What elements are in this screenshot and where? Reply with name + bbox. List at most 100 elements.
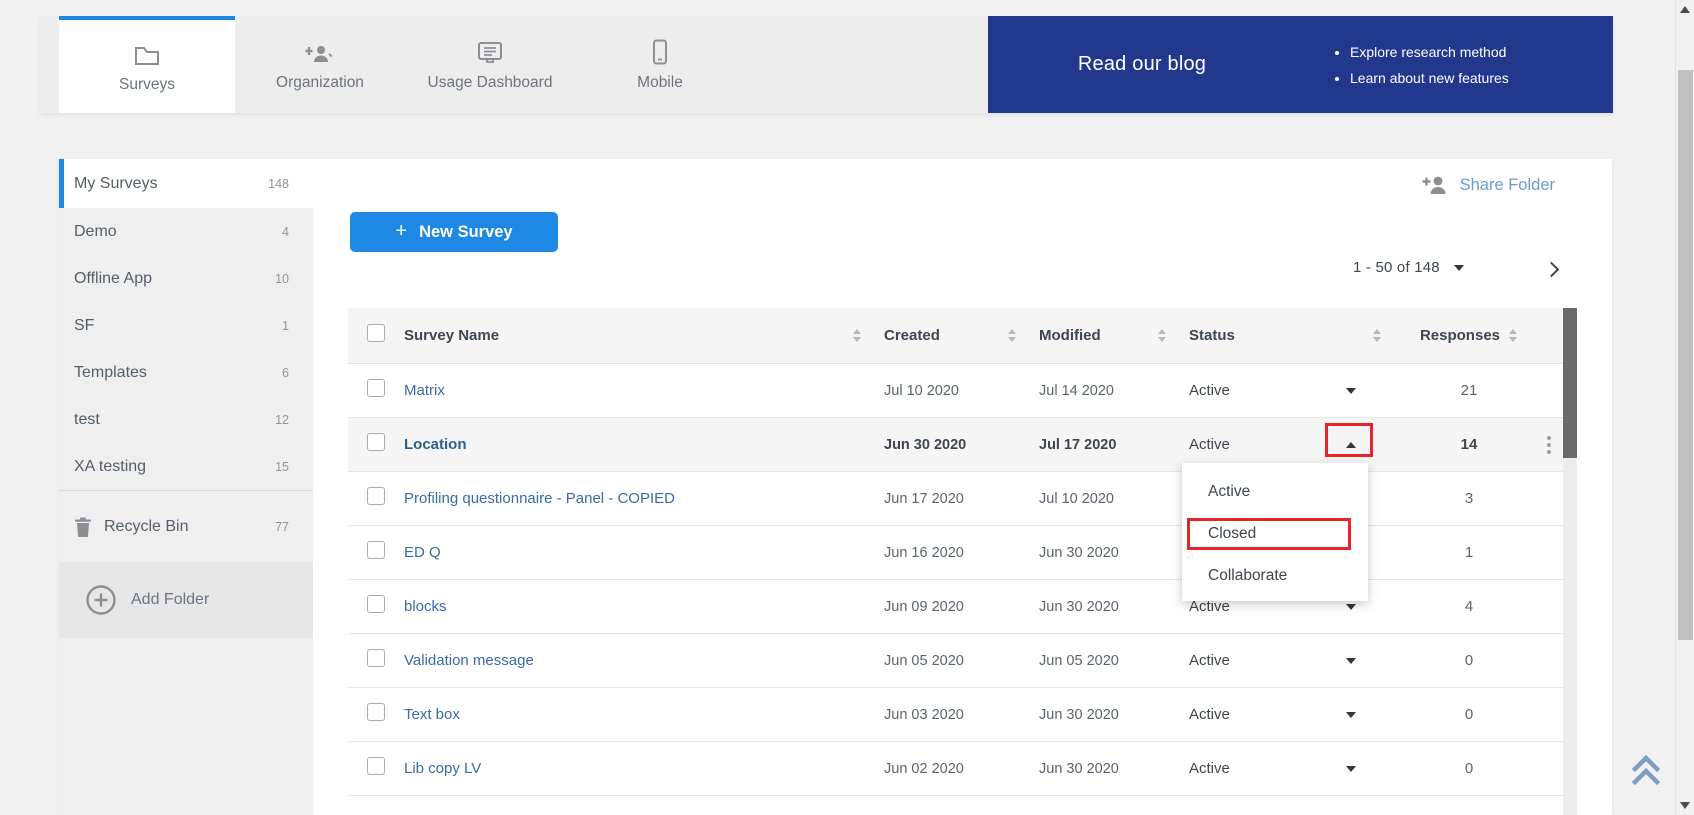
sort-icon[interactable] xyxy=(1508,329,1518,343)
scroll-to-top-button[interactable] xyxy=(1628,748,1664,788)
status-dropdown-caret[interactable] xyxy=(1346,712,1356,718)
status-option-collaborate[interactable]: Collaborate xyxy=(1182,555,1368,597)
banner-bullet: Learn about new features xyxy=(1350,65,1509,91)
mobile-phone-icon xyxy=(652,37,668,65)
folder-count: 10 xyxy=(275,272,289,286)
responses-cell: 1 xyxy=(1404,544,1534,561)
survey-name-link[interactable]: Location xyxy=(404,436,467,453)
tab-label: Mobile xyxy=(637,74,683,92)
sidebar-item-templates[interactable]: Templates 6 xyxy=(59,349,313,396)
scrollbar-up-arrow-icon[interactable] xyxy=(1680,6,1690,13)
next-page-button[interactable] xyxy=(1538,255,1568,285)
folders-sidebar: My Surveys 148 Demo 4 Offline App 10 SF … xyxy=(59,159,313,815)
responses-cell: 0 xyxy=(1404,652,1534,669)
tab-label: Organization xyxy=(276,74,364,92)
responses-cell: 0 xyxy=(1404,706,1534,723)
trash-icon xyxy=(74,517,92,537)
row-checkbox[interactable] xyxy=(367,649,385,667)
blog-banner[interactable]: Read our blog Explore research method Le… xyxy=(988,16,1613,113)
table-row: ED Q Jun 16 2020 Jun 30 2020 Active 1 xyxy=(348,526,1563,580)
row-checkbox[interactable] xyxy=(367,595,385,613)
add-group-icon xyxy=(305,37,335,65)
table-header-row: Survey Name Created Modified Status Resp… xyxy=(348,308,1563,364)
add-folder-button[interactable]: Add Folder xyxy=(59,562,313,638)
share-folder-label: Share Folder xyxy=(1460,176,1555,195)
sidebar-item-my-surveys[interactable]: My Surveys 148 xyxy=(59,159,313,208)
status-dropdown-caret[interactable] xyxy=(1346,658,1356,664)
select-all-checkbox[interactable] xyxy=(367,324,385,342)
status-dropdown-menu: Active Closed Collaborate xyxy=(1182,463,1368,601)
status-option-closed[interactable]: Closed xyxy=(1182,513,1368,555)
recycle-bin-label: Recycle Bin xyxy=(104,518,188,536)
status-dropdown-caret[interactable] xyxy=(1346,766,1356,772)
row-checkbox[interactable] xyxy=(367,379,385,397)
sidebar-item-offline-app[interactable]: Offline App 10 xyxy=(59,255,313,302)
share-folder-button[interactable]: Share Folder xyxy=(1422,175,1555,195)
survey-name-link[interactable]: Validation message xyxy=(404,652,534,669)
status-dropdown-caret[interactable] xyxy=(1346,604,1356,610)
sort-icon[interactable] xyxy=(1157,329,1167,343)
responses-cell: 14 xyxy=(1404,436,1534,453)
table-row-selected: Location Jun 30 2020 Jul 17 2020 Active … xyxy=(348,418,1563,472)
sort-icon[interactable] xyxy=(852,329,862,343)
tab-label: Surveys xyxy=(119,76,175,94)
sidebar-item-demo[interactable]: Demo 4 xyxy=(59,208,313,255)
pagination-caret-icon[interactable] xyxy=(1454,265,1464,271)
column-header-status: Status xyxy=(1189,327,1235,344)
row-checkbox[interactable] xyxy=(367,703,385,721)
page-scrollbar-thumb[interactable] xyxy=(1678,70,1693,640)
survey-name-link[interactable]: ED Q xyxy=(404,544,441,561)
tab-mobile[interactable]: Mobile xyxy=(575,16,745,113)
row-checkbox[interactable] xyxy=(367,487,385,505)
table-scrollbar-thumb[interactable] xyxy=(1563,308,1577,458)
tab-organization[interactable]: Organization xyxy=(235,16,405,113)
pagination[interactable]: 1 - 50 of 148 xyxy=(1353,259,1464,276)
modified-cell: Jun 30 2020 xyxy=(1039,707,1189,723)
table-row: Matrix Jul 10 2020 Jul 14 2020 Active 21 xyxy=(348,364,1563,418)
survey-name-link[interactable]: Text box xyxy=(404,706,460,723)
top-navigation-bar: Surveys Organization Usag xyxy=(40,16,1613,113)
folder-count: 15 xyxy=(275,460,289,474)
responses-cell: 21 xyxy=(1404,382,1534,399)
sort-icon[interactable] xyxy=(1007,329,1017,343)
created-cell: Jun 17 2020 xyxy=(884,491,1039,507)
folder-label: Templates xyxy=(74,364,147,382)
folder-count: 148 xyxy=(268,177,289,191)
survey-name-link[interactable]: Matrix xyxy=(404,382,445,399)
row-checkbox[interactable] xyxy=(367,433,385,451)
plus-icon: + xyxy=(395,220,407,243)
folder-label: SF xyxy=(74,317,94,335)
scrollbar-down-arrow-icon[interactable] xyxy=(1680,802,1690,809)
responses-cell: 3 xyxy=(1404,490,1534,507)
sidebar-item-sf[interactable]: SF 1 xyxy=(59,302,313,349)
responses-cell: 4 xyxy=(1404,598,1534,615)
row-checkbox[interactable] xyxy=(367,757,385,775)
table-row: blocks Jun 09 2020 Jun 30 2020 Active 4 xyxy=(348,580,1563,634)
table-row: Validation message Jun 05 2020 Jun 05 20… xyxy=(348,634,1563,688)
banner-bullet: Explore research method xyxy=(1350,39,1509,65)
survey-name-link[interactable]: Profiling questionnaire - Panel - COPIED xyxy=(404,490,675,507)
modified-cell: Jun 30 2020 xyxy=(1039,599,1189,615)
add-person-icon xyxy=(1422,175,1448,195)
tab-usage-dashboard[interactable]: Usage Dashboard xyxy=(405,16,575,113)
row-actions-kebab-icon[interactable] xyxy=(1534,436,1563,454)
survey-name-link[interactable]: blocks xyxy=(404,598,447,615)
tab-surveys[interactable]: Surveys xyxy=(59,16,235,113)
sort-icon[interactable] xyxy=(1372,329,1382,343)
new-survey-button[interactable]: + New Survey xyxy=(350,212,558,252)
status-dropdown-caret-open[interactable] xyxy=(1346,442,1356,448)
sidebar-item-xa-testing[interactable]: XA testing 15 xyxy=(59,443,313,490)
row-checkbox[interactable] xyxy=(367,541,385,559)
sidebar-item-test[interactable]: test 12 xyxy=(59,396,313,443)
status-option-active[interactable]: Active xyxy=(1182,471,1368,513)
status-dropdown-caret[interactable] xyxy=(1346,388,1356,394)
column-header-responses: Responses xyxy=(1420,327,1500,344)
table-row: Text box Jun 03 2020 Jun 30 2020 Active … xyxy=(348,688,1563,742)
sidebar-item-recycle-bin[interactable]: Recycle Bin 77 xyxy=(59,490,313,562)
folder-label: test xyxy=(74,411,100,429)
page-scrollbar[interactable] xyxy=(1675,0,1694,815)
survey-name-link[interactable]: Lib copy LV xyxy=(404,760,481,777)
plus-circle-icon xyxy=(85,584,117,616)
table-scrollbar[interactable] xyxy=(1563,308,1577,815)
banner-title: Read our blog xyxy=(988,53,1296,76)
